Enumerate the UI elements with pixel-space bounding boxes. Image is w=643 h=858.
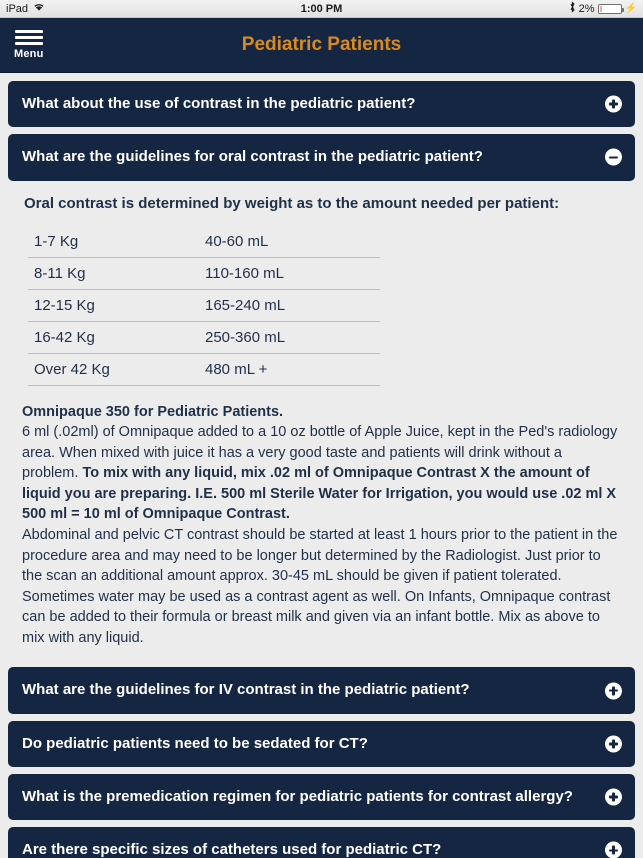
ios-status-bar: iPad 1:00 PM 2% ⚡ [0,0,643,18]
menu-button-label: Menu [14,48,44,60]
status-bar-clock: 1:00 PM [300,2,343,15]
battery-percent-label: 2% [578,2,595,15]
plus-circle-icon [605,788,622,806]
table-row: Over 42 Kg 480 mL + [28,353,380,386]
hamburger-menu-icon [14,30,43,45]
volume-cell: 40-60 mL [193,225,380,258]
table-row: 16-42 Kg 250-360 mL [28,321,380,354]
accordion-question-label: What are the guidelines for oral contras… [22,148,483,166]
status-bar-right: 2% ⚡ [569,1,637,16]
oral-contrast-dose-table: 1-7 Kg 40-60 mL 8-11 Kg 110-160 mL 12-15… [28,225,380,386]
accordion-list-bottom: What are the guidelines for IV contrast … [0,658,643,858]
volume-cell: 110-160 mL [193,257,380,290]
panel-lead-text: Oral contrast is determined by weight as… [24,194,560,212]
plus-circle-icon [605,841,622,858]
body-title: Omnipaque 350 for Pediatric Patients. [22,403,284,420]
volume-cell: 165-240 mL [193,289,380,322]
accordion-header-iv-contrast[interactable]: What are the guidelines for IV contrast … [8,667,635,714]
body-part2: Abdominal and pelvic CT contrast should … [22,526,618,646]
status-bar-left: iPad [6,2,45,15]
accordion-question-label: Do pediatric patients need to be sedated… [22,734,368,752]
wifi-icon [33,2,45,15]
volume-cell: 250-360 mL [193,321,380,354]
accordion-question-label: What are the guidelines for IV contrast … [22,681,470,699]
accordion-question-label: Are there specific sizes of catheters us… [22,841,442,858]
battery-icon [597,3,624,14]
accordion-question-label: What about the use of contrast in the pe… [22,95,416,112]
bluetooth-icon [569,1,576,16]
weight-cell: 8-11 Kg [28,257,193,290]
device-name: iPad [6,2,29,15]
accordion-panel-oral-contrast: Oral contrast is determined by weight as… [8,180,635,659]
plus-circle-icon [605,682,622,700]
page-title: Pediatric Patients [241,34,402,55]
table-row: 8-11 Kg 110-160 mL [28,257,380,290]
menu-button[interactable]: Menu [14,30,44,60]
accordion-list: What about the use of contrast in the pe… [0,73,643,659]
lightning-bolt-icon: ⚡ [624,3,637,14]
body-bold: To mix with any liquid, mix .02 ml of Om… [22,465,617,523]
plus-circle-icon [605,735,622,753]
accordion-header-premedication[interactable]: What is the premedication regimen for pe… [8,773,635,821]
accordion-header-oral-contrast[interactable]: What are the guidelines for oral contras… [8,134,635,181]
weight-cell: 1-7 Kg [28,225,193,258]
accordion-header-sedation[interactable]: Do pediatric patients need to be sedated… [8,720,635,767]
table-row: 12-15 Kg 165-240 mL [28,289,380,322]
accordion-question-label: What is the premedication regimen for pe… [22,787,573,805]
plus-circle-icon [605,95,622,113]
weight-cell: 16-42 Kg [28,321,193,354]
minus-circle-icon [605,148,622,166]
weight-cell: 12-15 Kg [28,289,193,322]
weight-cell: Over 42 Kg [28,353,193,386]
table-row: 1-7 Kg 40-60 mL [28,225,380,258]
panel-body-text: Omnipaque 350 for Pediatric Patients. 6 … [22,402,621,649]
accordion-header-contrast-use[interactable]: What about the use of contrast in the pe… [8,81,635,128]
navigation-bar: Menu Pediatric Patients [0,18,643,73]
volume-cell: 480 mL + [193,353,380,386]
accordion-header-catheter-sizes[interactable]: Are there specific sizes of catheters us… [8,827,635,858]
